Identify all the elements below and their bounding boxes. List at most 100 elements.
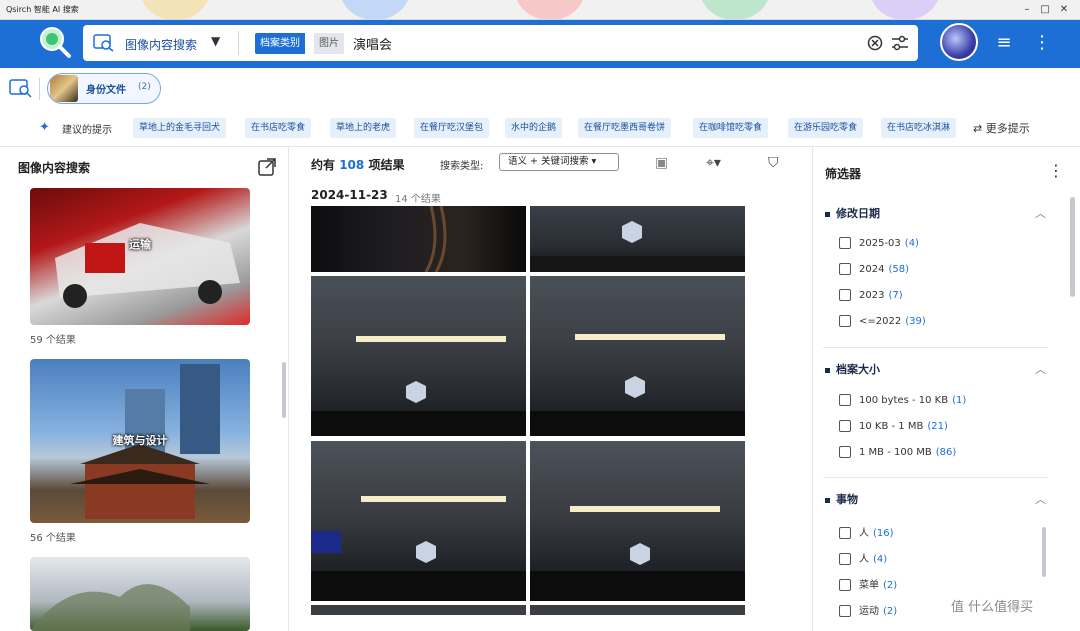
search-type-label: 搜索类型: xyxy=(440,161,484,172)
concert-photo xyxy=(311,496,526,601)
more-suggestions-button[interactable]: ⇄ 更多提示 xyxy=(973,120,1030,136)
chevron-down-icon[interactable]: ▼ xyxy=(211,34,220,48)
filter-option[interactable]: 1 MB - 100 MB (86) xyxy=(839,446,956,458)
view-mode-icon[interactable]: ⌖▾ xyxy=(706,155,721,171)
filter-option[interactable]: 运动 (2) xyxy=(839,602,897,617)
decor xyxy=(340,0,410,19)
photo-thumbnail[interactable] xyxy=(311,441,526,601)
photo-thumbnail[interactable] xyxy=(530,605,745,615)
suggestion-chip[interactable]: 在游乐园吃零食 xyxy=(788,118,864,138)
filter-option-count: (2) xyxy=(883,606,898,617)
filter-option-count: (86) xyxy=(935,447,957,458)
filter-section-label: 修改日期 xyxy=(836,207,880,220)
id-documents-count: (2) xyxy=(138,82,151,92)
suggestion-chip[interactable]: 在餐厅吃汉堡包 xyxy=(414,118,490,138)
suggestion-chip[interactable]: 草地上的金毛寻回犬 xyxy=(133,118,227,138)
suggestion-label: 建议的提示 xyxy=(62,125,112,136)
filter-option[interactable]: <=2022 (39) xyxy=(839,315,926,327)
filter-option[interactable]: 2025-03 (4) xyxy=(839,237,919,249)
filter-panel: 筛选器 ⋮ 修改日期 ︿ 2025-03 (4) 2024 (58) 2023 (7)… xyxy=(812,147,1080,631)
filter-option-label: 1 MB - 100 MB xyxy=(859,447,932,458)
filter-section-label: 档案大小 xyxy=(836,363,880,376)
checkbox[interactable] xyxy=(839,553,851,565)
checkbox[interactable] xyxy=(839,420,851,432)
scrollbar[interactable] xyxy=(1042,527,1046,577)
filter-option-count: (58) xyxy=(888,264,909,275)
checkbox[interactable] xyxy=(839,605,851,617)
search-mode-label[interactable]: 图像内容搜索 xyxy=(125,36,197,53)
id-documents-chip[interactable]: 身份文件 (2) xyxy=(47,73,161,104)
photo-thumbnail[interactable] xyxy=(311,276,526,436)
filter-option[interactable]: 10 KB - 1 MB (21) xyxy=(839,420,948,432)
photo-thumbnail[interactable] xyxy=(530,441,745,601)
filter-option[interactable]: 2023 (7) xyxy=(839,289,903,301)
scrollbar[interactable] xyxy=(282,362,286,418)
suggestion-chip[interactable]: 在餐厅吃墨西哥卷饼 xyxy=(578,118,672,138)
panel-title: 图像内容搜索 xyxy=(18,161,91,175)
filter-icon[interactable]: ⛉ xyxy=(768,155,779,171)
checkbox[interactable] xyxy=(839,315,851,327)
filter-option[interactable]: 人 (16) xyxy=(839,524,894,539)
filter-option-label: 菜单 xyxy=(859,580,879,591)
checkbox[interactable] xyxy=(839,263,851,275)
filter-option[interactable]: 100 bytes - 10 KB (1) xyxy=(839,394,966,406)
chevron-up-icon[interactable]: ︿ xyxy=(1035,491,1046,507)
filter-section-title[interactable]: 事物 xyxy=(825,491,858,507)
suggestion-bar: ✦ 建议的提示 草地上的金毛寻回犬 在书店吃零食 草地上的老虎 在餐厅吃汉堡包 … xyxy=(0,112,1080,144)
filter-title: 筛选器 xyxy=(825,167,862,181)
checkbox[interactable] xyxy=(839,446,851,458)
download-icon[interactable]: ▣ xyxy=(655,155,668,171)
checkbox[interactable] xyxy=(839,237,851,249)
filter-option-label: 人 xyxy=(859,528,869,539)
image-search-icon[interactable] xyxy=(9,78,33,98)
category-panel: 图像内容搜索 运输 59 个结果 建筑与设计 56 个结果 ··· xyxy=(0,147,293,631)
task-list-icon[interactable]: ≡ xyxy=(992,31,1016,55)
photo-thumbnail[interactable] xyxy=(530,206,745,272)
scrollbar[interactable] xyxy=(1070,197,1075,297)
filter-option-count: (7) xyxy=(888,290,903,301)
decor xyxy=(870,0,940,19)
filter-option[interactable]: 人 (4) xyxy=(839,550,887,565)
checkbox[interactable] xyxy=(839,527,851,539)
filter-option[interactable]: 菜单 (2) xyxy=(839,576,897,591)
filter-option-label: 人 xyxy=(859,554,869,565)
minimize-icon[interactable]: – xyxy=(1020,3,1034,17)
category-card-transport[interactable]: 运输 xyxy=(30,188,250,325)
suggestion-chip[interactable]: 在书店吃零食 xyxy=(245,118,312,138)
file-type-chip[interactable]: 图片 xyxy=(314,33,344,54)
suggestion-chip[interactable]: 水中的企鹅 xyxy=(505,118,563,138)
clear-icon[interactable] xyxy=(867,35,883,51)
chevron-up-icon[interactable]: ︿ xyxy=(1035,361,1046,377)
search-type-select[interactable]: 语义 + 关键词搜索 ▾ xyxy=(499,153,619,171)
more-options-icon[interactable]: ⋮ xyxy=(1048,161,1064,180)
checkbox[interactable] xyxy=(839,289,851,301)
maximize-icon[interactable]: □ xyxy=(1038,3,1052,17)
checkbox[interactable] xyxy=(839,579,851,591)
decor xyxy=(515,0,585,19)
open-external-icon[interactable] xyxy=(257,157,277,177)
search-box[interactable]: 图像内容搜索 ▼ 档案类别 图片 演唱会 xyxy=(83,25,918,61)
divider xyxy=(39,78,40,100)
more-menu-icon[interactable]: ⋮ xyxy=(1030,31,1054,55)
filter-section-title[interactable]: 修改日期 xyxy=(825,205,880,221)
date-group-count: 14 个结果 xyxy=(395,194,441,205)
photo-thumbnail[interactable] xyxy=(311,206,526,272)
photo-thumbnail[interactable] xyxy=(530,276,745,436)
category-card-architecture[interactable]: 建筑与设计 xyxy=(30,359,250,523)
filter-option-label: 2025-03 xyxy=(859,238,901,249)
avatar[interactable] xyxy=(940,23,978,61)
suggestion-chip[interactable]: 草地上的老虎 xyxy=(330,118,397,138)
photo-thumbnail[interactable] xyxy=(311,605,526,615)
filter-section-title[interactable]: 档案大小 xyxy=(825,361,880,377)
checkbox[interactable] xyxy=(839,394,851,406)
file-category-chip[interactable]: 档案类别 xyxy=(255,33,305,54)
close-icon[interactable]: ✕ xyxy=(1057,3,1071,17)
advanced-options-icon[interactable] xyxy=(891,35,909,51)
suggestion-chip[interactable]: 在书店吃冰淇淋 xyxy=(881,118,957,138)
chevron-up-icon[interactable]: ︿ xyxy=(1035,205,1046,221)
suggestion-chip[interactable]: 在咖啡馆吃零食 xyxy=(693,118,769,138)
bullet-icon xyxy=(825,497,830,503)
filter-option[interactable]: 2024 (58) xyxy=(839,263,909,275)
category-card-nature[interactable] xyxy=(30,557,250,631)
search-input[interactable]: 演唱会 xyxy=(353,34,392,53)
